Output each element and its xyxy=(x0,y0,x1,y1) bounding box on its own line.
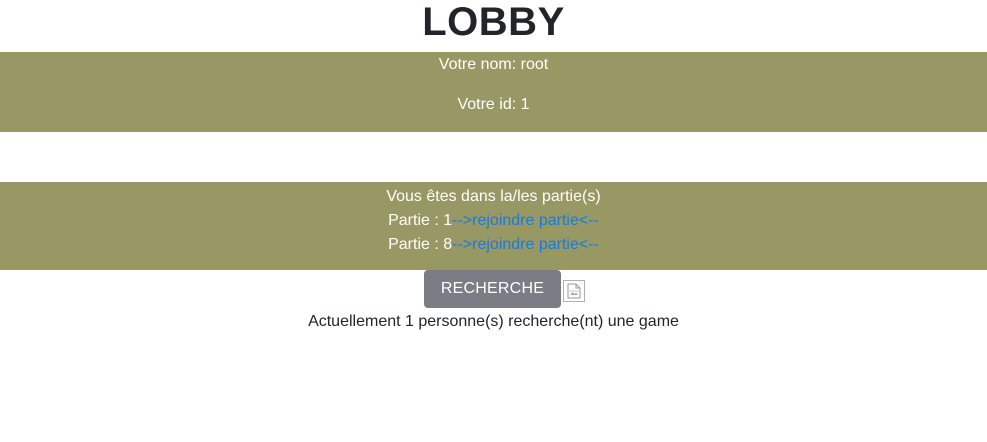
search-row: RECHERCHE xyxy=(0,270,987,308)
join-game-link[interactable]: -->rejoindre partie<-- xyxy=(452,212,599,229)
game-row: Partie : 1-->rejoindre partie<-- xyxy=(0,209,987,233)
user-info-panel: Votre nom: root Votre id: 1 xyxy=(0,52,987,132)
user-name: Votre nom: root xyxy=(438,56,549,73)
lobby-page: LOBBY Votre nom: root Votre id: 1 Vous ê… xyxy=(0,0,987,442)
user-id: Votre id: 1 xyxy=(457,96,530,113)
join-game-link[interactable]: -->rejoindre partie<-- xyxy=(452,236,599,253)
search-button[interactable]: RECHERCHE xyxy=(423,270,562,308)
search-status: Actuellement 1 personne(s) recherche(nt)… xyxy=(308,313,679,330)
games-panel: Vous êtes dans la/les partie(s) Partie :… xyxy=(0,182,987,270)
games-heading: Vous êtes dans la/les partie(s) xyxy=(386,188,601,205)
page-title: LOBBY xyxy=(422,0,565,44)
game-label: Partie : 1 xyxy=(388,212,453,229)
broken-image-icon xyxy=(563,280,586,302)
game-row: Partie : 8-->rejoindre partie<-- xyxy=(0,233,987,257)
game-label: Partie : 8 xyxy=(388,236,453,253)
